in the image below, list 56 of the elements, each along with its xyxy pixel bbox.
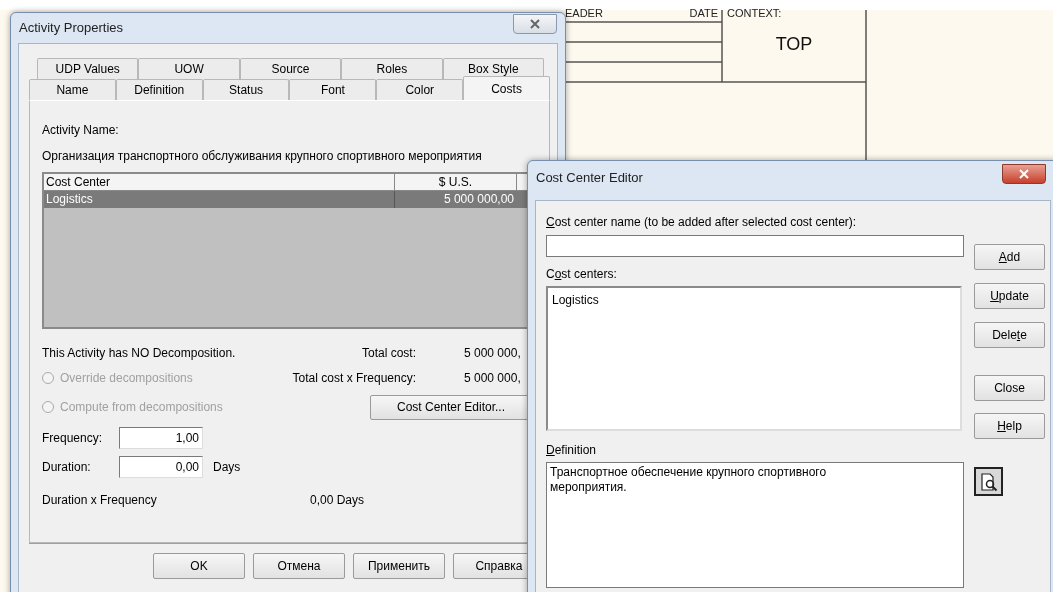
dialog-button[interactable]: Help <box>974 413 1045 439</box>
window-title: Cost Center Editor <box>536 169 643 188</box>
tab[interactable]: Name <box>29 79 116 100</box>
total-label: Total cost x Frequency: <box>291 369 416 387</box>
number-field[interactable]: 1,00 <box>119 427 203 449</box>
list-item[interactable]: Logistics <box>552 291 956 309</box>
radio-option: Override decompositions <box>42 368 262 387</box>
radio-option: Compute from decompositions <box>42 398 262 416</box>
tab[interactable]: Roles <box>341 58 443 79</box>
total-value: 5 000 000, <box>464 369 521 387</box>
header-label: DATE <box>689 7 718 19</box>
tab[interactable]: UOW <box>138 58 240 79</box>
tab[interactable]: Definition <box>115 79 203 100</box>
close-icon <box>1019 169 1029 179</box>
dialog-button[interactable]: Delete <box>974 322 1045 348</box>
field-label: Duration: <box>42 459 92 476</box>
tab[interactable]: Color <box>376 79 464 100</box>
duration-value: 0,00 Days <box>310 492 365 509</box>
document-magnifier-icon <box>978 471 999 492</box>
dialog-button[interactable]: Add <box>974 244 1045 270</box>
dialog-button[interactable]: Close <box>974 375 1045 401</box>
field-label: Frequency: <box>42 430 104 447</box>
close-button[interactable] <box>513 14 557 34</box>
field-label: Definition <box>546 442 598 459</box>
column-header: $ U.S. <box>395 174 517 190</box>
header-label: CONTEXT: <box>727 7 782 19</box>
unit-label: Days <box>213 459 241 476</box>
dialog-button[interactable]: OK <box>153 553 245 579</box>
field-label: Cost center name (to be added after selected cost center): <box>546 214 858 231</box>
tab[interactable]: Costs <box>463 76 550 100</box>
text-field[interactable] <box>546 235 964 257</box>
total-value: 5 000 000, <box>464 345 521 362</box>
tab[interactable]: UDP Values <box>37 58 139 79</box>
close-icon <box>530 19 540 29</box>
dialog-button[interactable]: Update <box>974 283 1045 309</box>
preview-button[interactable] <box>974 467 1003 496</box>
field-label: Cost centers: <box>546 266 618 283</box>
dialog-button[interactable]: Применить <box>353 553 445 579</box>
field-label: Duration x Frequency <box>42 492 158 509</box>
header-label: EADER <box>565 7 603 19</box>
number-field[interactable]: 0,00 <box>119 456 203 478</box>
tab[interactable]: Font <box>289 79 377 100</box>
total-label: Total cost: <box>360 345 416 362</box>
window-title: Activity Properties <box>19 19 124 38</box>
column-header: Cost Center <box>44 174 395 190</box>
tab[interactable]: Status <box>202 79 290 100</box>
dialog-button[interactable]: Отмена <box>253 553 345 579</box>
close-button[interactable] <box>1002 164 1046 184</box>
decomposition-note: This Activity has NO Decomposition. <box>42 345 237 362</box>
activity-name: Организация транспортного обслуживания крупного спортивного мероприятия <box>42 148 483 165</box>
table-cell-text: 5 000 000,00 <box>442 191 514 208</box>
table-cell: Logistics <box>44 191 395 208</box>
definition-field[interactable]: Транспортное обеспечение крупного спортивного мероприятия. <box>546 462 964 588</box>
tab[interactable]: Source <box>239 58 342 79</box>
field-label: Activity Name: <box>42 122 120 139</box>
context-label: TOP <box>775 34 813 54</box>
